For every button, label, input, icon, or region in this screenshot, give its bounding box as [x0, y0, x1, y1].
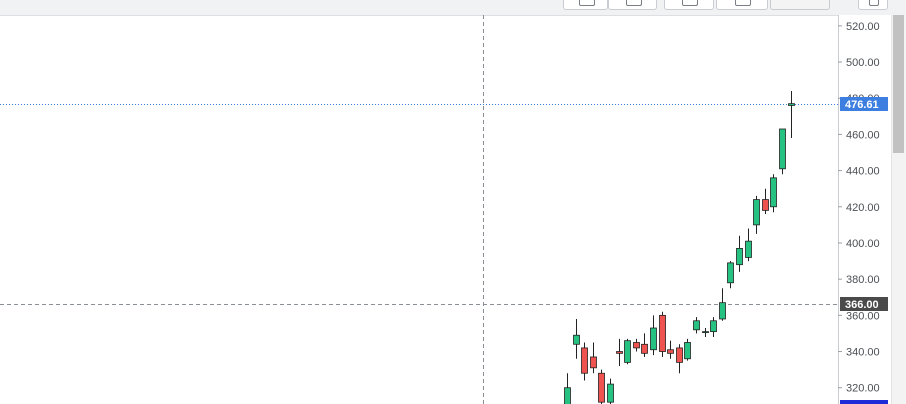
crosshair	[0, 15, 838, 404]
y-tick-label: 500.00	[846, 57, 880, 69]
compare-button[interactable]	[664, 0, 714, 10]
candle-down	[616, 351, 623, 354]
toolbar-blank-button[interactable]	[770, 0, 830, 10]
y-tick-label: 520.00	[846, 21, 880, 33]
candle-up	[710, 320, 717, 333]
candle-up	[719, 302, 726, 320]
candle-up	[607, 383, 614, 403]
candle-down	[581, 347, 588, 374]
price-axis[interactable]: 320.00 340.00 360.00 380.00 400.00 420.00 440.…	[838, 15, 891, 404]
candle-up	[727, 262, 734, 284]
candle-up	[564, 387, 571, 404]
layout-icon	[625, 0, 642, 6]
y-tick-label: 400.00	[846, 238, 880, 250]
y-tick-label: 340.00	[846, 347, 880, 359]
chart-toolbar	[0, 0, 906, 16]
y-tick-label: 380.00	[846, 274, 880, 286]
tag-icon	[735, 0, 751, 6]
candle-up	[573, 334, 580, 345]
candle-down	[598, 372, 605, 403]
candle-down	[659, 314, 666, 352]
crosshair-price-label: 366.00	[845, 299, 879, 311]
candle-up	[624, 340, 631, 363]
candle-down	[762, 199, 769, 211]
camera-button[interactable]	[563, 0, 608, 10]
cloud-icon	[682, 0, 698, 6]
layout-button[interactable]	[608, 0, 657, 10]
candle-up	[788, 103, 795, 106]
candle-up	[770, 177, 777, 208]
candle-down	[590, 356, 597, 369]
y-tick-label: 320.00	[846, 383, 880, 395]
y-tick-label: 360.00	[846, 310, 880, 322]
y-tick-label: 420.00	[846, 202, 880, 214]
candle-up	[650, 327, 657, 351]
scrollbar-thumb[interactable]	[893, 15, 904, 153]
y-tick-label: 440.00	[846, 166, 880, 178]
candle-up	[736, 247, 743, 266]
y-tick-label: 460.00	[846, 129, 880, 141]
candlestick-chart[interactable]: 320.00 340.00 360.00 380.00 400.00 420.00 440.…	[0, 15, 891, 404]
candle-down	[633, 342, 640, 349]
candle-up	[745, 240, 752, 258]
candle-down	[667, 349, 674, 354]
chart-style-button[interactable]	[716, 0, 768, 10]
candle-up	[753, 199, 760, 226]
current-price-label: 476.61	[845, 99, 879, 111]
candle-up	[693, 320, 700, 331]
candle-up	[779, 128, 786, 170]
fullscreen-icon	[869, 0, 879, 6]
candle-up	[702, 331, 709, 334]
candle-up	[684, 342, 691, 360]
bottom-price-label-bg	[840, 400, 888, 404]
candles	[564, 90, 795, 404]
candle-down	[641, 343, 648, 354]
camera-icon	[578, 0, 595, 6]
fullscreen-button[interactable]	[858, 0, 888, 10]
candle-down	[676, 347, 683, 363]
